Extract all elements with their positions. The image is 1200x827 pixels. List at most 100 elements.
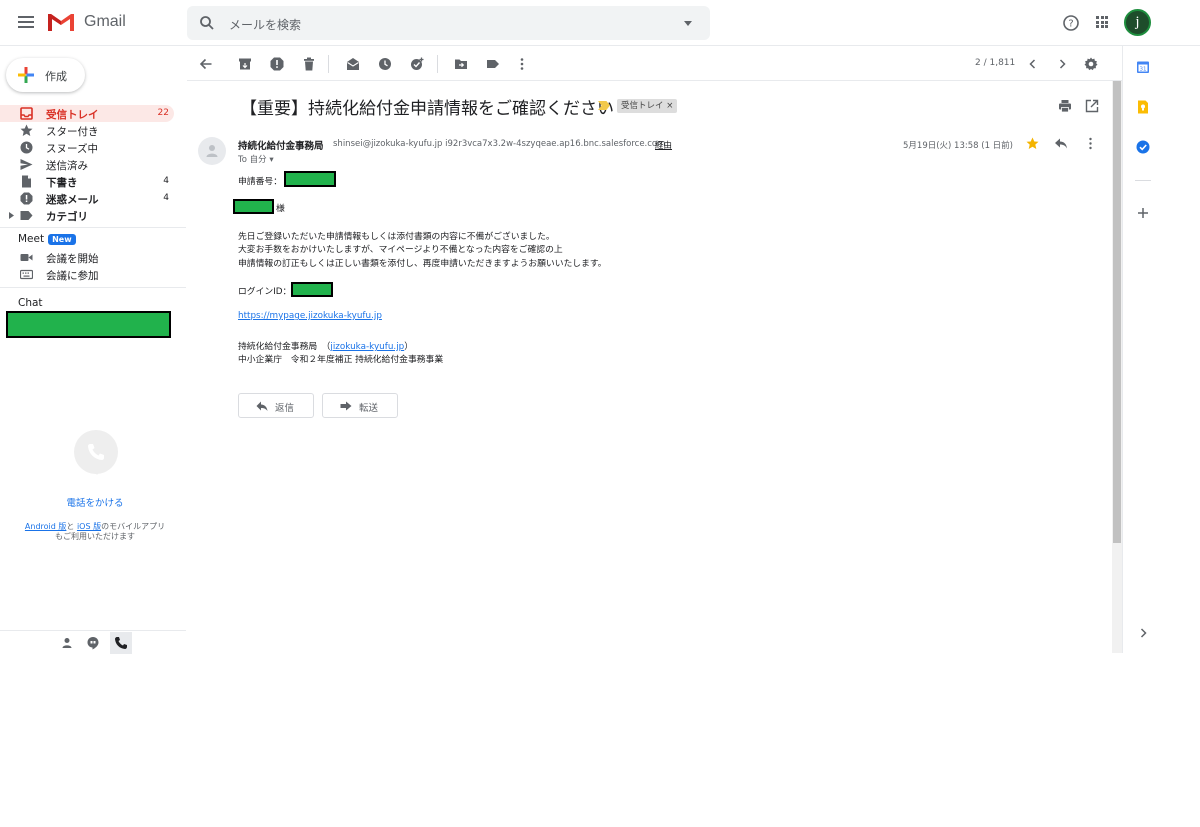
label-icon [20, 211, 33, 220]
calendar-icon[interactable]: 31 [1136, 60, 1150, 74]
search-input[interactable]: メールを検索 [229, 16, 301, 33]
newer-chevron-icon[interactable] [1026, 57, 1040, 71]
delete-icon[interactable] [302, 57, 316, 71]
forward-button-label: 転送 [359, 403, 379, 414]
make-call-link[interactable]: 電話をかける [0, 495, 190, 509]
apps-grid-icon[interactable] [1096, 16, 1108, 28]
svg-text:?: ? [1068, 19, 1073, 30]
office-prefix: 持続化給付金事務局 （ [238, 342, 331, 352]
report-spam-icon[interactable] [270, 57, 284, 71]
main-menu-icon[interactable] [18, 16, 34, 28]
chat-section-title: Chat [18, 297, 43, 309]
tasks-icon[interactable] [1136, 140, 1150, 154]
star-icon[interactable] [1026, 137, 1039, 150]
office-site-link[interactable]: jizokuka-kyufu.jp [330, 342, 404, 352]
reply-icon[interactable] [1054, 137, 1068, 150]
sidebar-item-snoozed[interactable]: スヌーズ中 [0, 139, 174, 156]
reply-arrow-icon [256, 401, 268, 411]
compose-button[interactable]: 作成 [6, 58, 85, 92]
reply-button[interactable]: 返信 [238, 393, 314, 418]
expand-panel-chevron-icon[interactable] [1136, 626, 1150, 640]
account-avatar[interactable]: j [1124, 9, 1151, 36]
meet-title: Meet [18, 233, 45, 245]
sidebar-item-inbox[interactable]: 受信トレイ 22 [0, 105, 174, 122]
side-panel-divider [1135, 180, 1151, 181]
app-note-line2: もご利用いただけます [55, 532, 135, 541]
forward-arrow-icon [340, 401, 352, 411]
labels-icon[interactable] [486, 57, 500, 71]
add-addon-icon[interactable] [1136, 206, 1150, 220]
sidebar-item-spam[interactable]: 迷惑メール 4 [0, 190, 174, 207]
sidebar-item-label: カテゴリ [46, 211, 88, 223]
settings-gear-icon[interactable] [1084, 57, 1098, 71]
unread-count: 22 [157, 108, 169, 118]
open-in-new-window-icon[interactable] [1085, 99, 1099, 113]
archive-icon[interactable] [238, 57, 252, 71]
gmail-logo-icon[interactable] [47, 12, 75, 32]
keep-icon[interactable] [1136, 100, 1150, 114]
meet-join-meeting[interactable]: 会議に参加 [0, 266, 174, 283]
sidebar-item-label: 迷惑メール [46, 194, 99, 206]
via-link[interactable]: 経由 [655, 139, 672, 151]
gmail-wordmark[interactable]: Gmail [84, 13, 126, 31]
search-bar[interactable]: メールを検索 [187, 6, 710, 40]
hangouts-icon[interactable] [86, 636, 100, 650]
help-icon[interactable]: ? [1062, 14, 1080, 32]
person-icon [206, 145, 218, 157]
back-arrow-icon[interactable] [199, 57, 213, 71]
sender-avatar[interactable] [198, 137, 226, 165]
spam-count: 4 [163, 193, 169, 203]
inbox-label-chip[interactable]: 受信トレイ × [617, 99, 678, 113]
message-more-icon[interactable] [1084, 137, 1097, 150]
mark-unread-icon[interactable] [346, 57, 360, 71]
sidebar-divider [0, 227, 186, 228]
scrollbar-thumb[interactable] [1113, 81, 1121, 543]
ios-app-link[interactable]: iOS 版 [77, 522, 101, 531]
sidebar-item-drafts[interactable]: 下書き 4 [0, 173, 174, 190]
office-line-2: 中小企業庁 令和２年度補正 持続化給付金事務事業 [238, 355, 444, 365]
sidebar-bottom-bar [0, 630, 186, 654]
print-icon[interactable] [1058, 99, 1072, 113]
message-date: 5月19日(火) 13:58 (1 日前) [903, 141, 1013, 151]
pagination-info: 2 / 1,811 [975, 58, 1016, 68]
toolbar-separator [437, 55, 438, 73]
android-app-link[interactable]: Android 版 [25, 522, 66, 531]
snooze-icon[interactable] [378, 57, 392, 71]
draft-count: 4 [163, 176, 169, 186]
add-to-tasks-icon[interactable] [410, 57, 424, 71]
meet-start-meeting[interactable]: 会議を開始 [0, 249, 174, 266]
expand-arrow-icon[interactable] [9, 212, 14, 219]
reply-button-label: 返信 [275, 403, 295, 414]
sidebar-item-label: 受信トレイ [46, 109, 99, 121]
app-note-rest: のモバイルアプリ [101, 522, 166, 531]
app-note-and: と [66, 522, 75, 531]
svg-text:31: 31 [1140, 67, 1147, 73]
sender-name[interactable]: 持続化給付金事務局 [238, 138, 324, 152]
phone-tab-icon[interactable] [114, 636, 128, 650]
keyboard-icon [20, 269, 33, 280]
more-options-icon[interactable] [515, 57, 529, 71]
sidebar-item-sent[interactable]: 送信済み [0, 156, 174, 173]
redacted-chat-contact [6, 311, 171, 338]
move-to-icon[interactable] [454, 57, 468, 71]
sidebar-item-starred[interactable]: スター付き [0, 122, 174, 139]
plus-icon [18, 67, 34, 83]
forward-button[interactable]: 転送 [322, 393, 398, 418]
phone-bubble-tail [91, 466, 103, 475]
search-options-icon[interactable] [684, 21, 692, 26]
contacts-icon[interactable] [60, 636, 74, 650]
new-badge: New [48, 234, 76, 245]
spam-icon [20, 192, 33, 205]
search-icon[interactable] [199, 15, 215, 31]
send-icon [20, 159, 33, 170]
older-chevron-icon[interactable] [1055, 57, 1069, 71]
mobile-app-note: Android 版と iOS 版のモバイルアプリ もご利用いただけます [0, 522, 190, 542]
recipient-details-toggle[interactable]: To 自分 ▾ [238, 153, 274, 165]
toolbar-separator [328, 55, 329, 73]
sidebar-item-categories[interactable]: カテゴリ [0, 207, 174, 224]
mypage-link[interactable]: https://mypage.jizokuka-kyufu.jp [238, 311, 382, 321]
body-paragraph-1: 先日ご登録いただいた申請情報もしくは添付書類の内容に不備がございました。 [238, 232, 555, 242]
star-icon [20, 124, 33, 136]
phone-icon [88, 444, 104, 460]
login-id-label: ログインID： [238, 287, 292, 297]
